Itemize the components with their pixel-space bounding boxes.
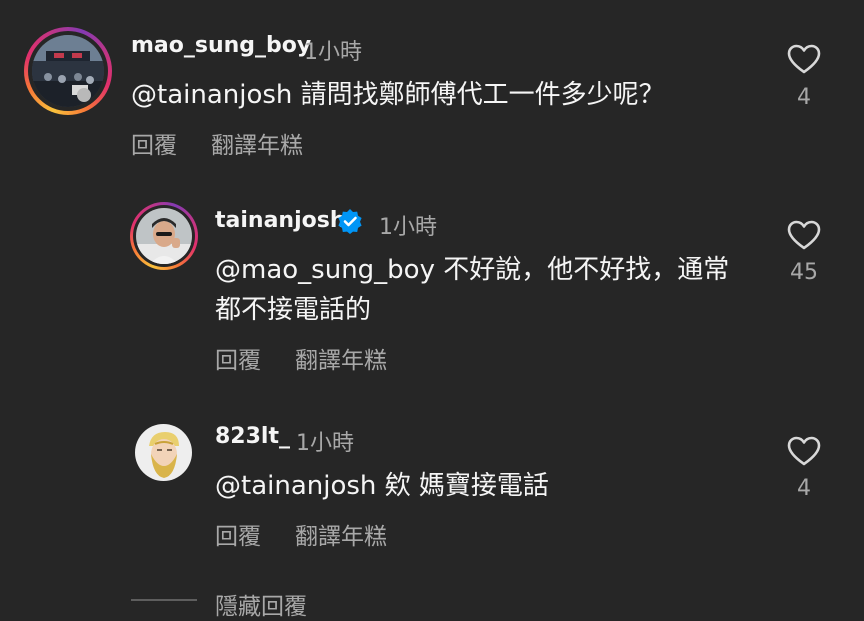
hide-replies-button[interactable]: 隱藏回覆 <box>215 587 307 621</box>
heart-outline-icon[interactable] <box>787 436 821 466</box>
hide-replies-divider <box>131 599 197 601</box>
comment-timestamp: 1小時 <box>296 431 354 456</box>
reply-button[interactable]: 回覆 <box>215 517 261 551</box>
like-count: 4 <box>797 476 811 501</box>
comment-823lt: 823lt_ 1小時 @tainanjosh 欸 媽寶接電話 回覆 翻譯年糕 4 <box>0 0 864 560</box>
comment-text: @tainanjosh 欸 媽寶接電話 <box>215 471 549 501</box>
comment-username[interactable]: 823lt_ <box>215 424 290 449</box>
avatar[interactable] <box>135 424 192 481</box>
translate-button[interactable]: 翻譯年糕 <box>295 517 387 551</box>
